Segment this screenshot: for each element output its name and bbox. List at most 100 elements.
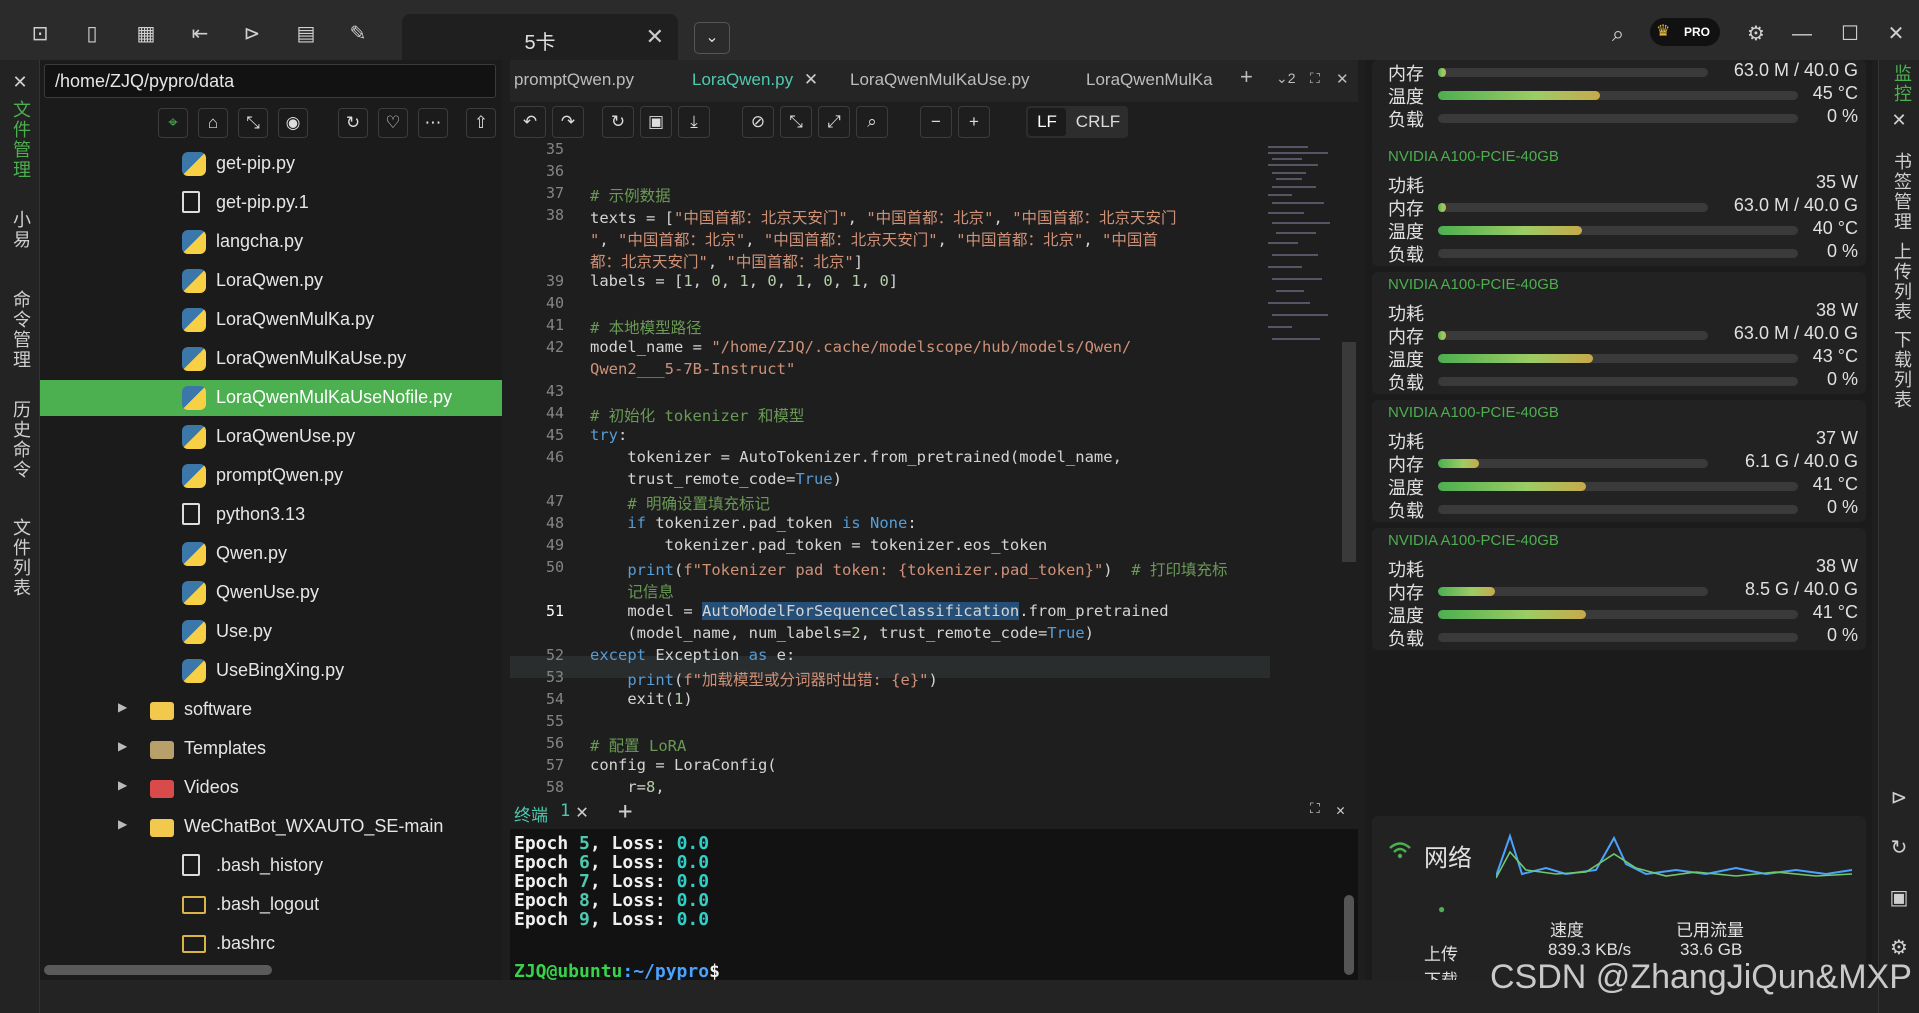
file-item[interactable]: python3.13 bbox=[40, 497, 502, 533]
gear-icon[interactable]: ⚙ bbox=[1744, 22, 1768, 46]
zoom-in-icon[interactable]: + bbox=[958, 106, 990, 138]
tab-promptqwen[interactable]: promptQwen.py bbox=[514, 70, 634, 90]
tab-loraqwenmulka[interactable]: LoraQwenMulKa bbox=[1086, 70, 1213, 90]
expand-icon[interactable]: ⤢ bbox=[818, 106, 850, 138]
eye-icon[interactable]: ◉ bbox=[278, 108, 308, 138]
window-close-icon[interactable]: ✕ bbox=[1884, 22, 1908, 46]
terminal-tab[interactable]: 终端 bbox=[514, 801, 548, 826]
lf-button[interactable]: LF bbox=[1028, 108, 1066, 136]
close-icon[interactable]: ✕ bbox=[1336, 70, 1349, 88]
line-number: 57 bbox=[545, 756, 564, 774]
tree-icon[interactable]: ⇤ bbox=[188, 22, 212, 46]
chevron-down-icon[interactable]: ⌄ bbox=[694, 22, 730, 54]
tab-command-manager[interactable]: 命令管理 bbox=[8, 290, 34, 370]
expand-arrow-icon[interactable]: ▶ bbox=[118, 700, 127, 714]
zoom-out-icon[interactable]: − bbox=[920, 106, 952, 138]
vertical-scrollbar[interactable] bbox=[1344, 895, 1354, 975]
search-icon[interactable]: ⌕ bbox=[1606, 22, 1630, 46]
redo-icon[interactable]: ↷ bbox=[552, 106, 584, 138]
wrench-icon[interactable]: ✎ bbox=[346, 22, 370, 46]
path-input[interactable] bbox=[44, 64, 496, 98]
file-item[interactable]: QwenUse.py bbox=[40, 575, 502, 611]
console-icon[interactable]: ⊳ bbox=[240, 22, 264, 46]
add-terminal-icon[interactable]: + bbox=[618, 797, 632, 825]
search-icon[interactable]: ⌕ bbox=[856, 106, 888, 138]
pro-badge-label: PRO bbox=[1683, 25, 1710, 39]
tab-file-list[interactable]: 文件列表 bbox=[8, 518, 34, 598]
console-icon[interactable]: ⊳ bbox=[1887, 786, 1911, 810]
tab-upload-list[interactable]: 上传列表 bbox=[1889, 242, 1915, 322]
close-icon[interactable]: ✕ bbox=[8, 70, 32, 94]
upload-icon[interactable]: ⇧ bbox=[466, 108, 496, 138]
tab-loraqwen[interactable]: LoraQwen.py ✕ bbox=[692, 70, 818, 90]
undo-icon[interactable]: ↶ bbox=[514, 106, 546, 138]
close-icon[interactable]: ✕ bbox=[1887, 108, 1911, 132]
tab-loraqwenmulkause[interactable]: LoraQwenMulKaUse.py bbox=[850, 70, 1030, 90]
folder-item[interactable]: ▶ Videos bbox=[40, 770, 502, 806]
file-item[interactable]: UseBingXing.py bbox=[40, 653, 502, 689]
close-icon[interactable]: ✕ bbox=[646, 24, 664, 50]
tab-file-manager[interactable]: 文件管理 bbox=[8, 100, 34, 180]
refresh-icon[interactable]: ↻ bbox=[602, 106, 634, 138]
shrink-icon[interactable]: ⤡ bbox=[780, 106, 812, 138]
close-icon[interactable]: ✕ bbox=[804, 70, 818, 89]
file-item[interactable]: get-pip.py bbox=[40, 148, 502, 182]
crlf-button[interactable]: CRLF bbox=[1070, 108, 1126, 136]
download-icon[interactable]: ⤓ bbox=[678, 106, 710, 138]
locate-icon[interactable]: ⌖ bbox=[158, 108, 188, 138]
save-icon[interactable]: ▣ bbox=[640, 106, 672, 138]
minimap[interactable] bbox=[1262, 142, 1342, 382]
file-item[interactable]: .bash_history bbox=[40, 848, 502, 884]
maximize-icon[interactable]: ⛶ bbox=[1310, 70, 1320, 87]
tab-count[interactable]: ⌄2 bbox=[1276, 70, 1296, 87]
refresh-icon[interactable]: ↻ bbox=[1887, 836, 1911, 860]
minimize-icon[interactable]: — bbox=[1790, 22, 1814, 46]
file-item[interactable]: Use.py bbox=[40, 614, 502, 650]
file-item[interactable]: LoraQwenMulKaUseNofile.py bbox=[40, 380, 502, 416]
tab-history-commands[interactable]: 历史命令 bbox=[8, 400, 34, 480]
file-item[interactable]: LoraQwenMulKaUse.py bbox=[40, 341, 502, 377]
close-icon[interactable]: ✕ bbox=[1336, 801, 1345, 819]
home-icon[interactable]: ⌂ bbox=[198, 108, 228, 138]
more-icon[interactable]: ⋯ bbox=[418, 108, 448, 138]
compass-icon[interactable]: ⊘ bbox=[742, 106, 774, 138]
maximize-icon[interactable]: ⛶ bbox=[1310, 801, 1320, 817]
folder-item[interactable]: ▶ WeChatBot_WXAUTO_SE-main bbox=[40, 809, 502, 845]
save-icon[interactable]: ▣ bbox=[1887, 886, 1911, 910]
tab-download-list[interactable]: 下载列表 bbox=[1889, 330, 1915, 410]
tab-monitor[interactable]: 监控 bbox=[1889, 64, 1915, 104]
file-item[interactable]: get-pip.py.1 bbox=[40, 185, 502, 221]
gear-icon[interactable]: ⚙ bbox=[1887, 936, 1911, 960]
heart-icon[interactable]: ♡ bbox=[378, 108, 408, 138]
file-item[interactable]: Qwen.py bbox=[40, 536, 502, 572]
add-tab-icon[interactable]: + bbox=[1240, 64, 1253, 90]
layout-icon[interactable]: ▦ bbox=[134, 22, 158, 46]
file-item[interactable]: .bash_logout bbox=[40, 887, 502, 923]
expand-arrow-icon[interactable]: ▶ bbox=[118, 778, 127, 792]
code-area[interactable]: 35 36 37 38 39 40 41 42 43 44 45 46 47 4… bbox=[510, 142, 1358, 795]
expand-arrow-icon[interactable]: ▶ bbox=[118, 739, 127, 753]
horizontal-scrollbar[interactable] bbox=[44, 965, 272, 975]
refresh-icon[interactable]: ↻ bbox=[338, 108, 368, 138]
maximize-icon[interactable]: ☐ bbox=[1838, 22, 1862, 46]
file-item[interactable]: .bashrc bbox=[40, 926, 502, 960]
terminal-icon[interactable]: ⊡ bbox=[28, 22, 52, 46]
close-icon[interactable]: ✕ bbox=[576, 799, 588, 823]
bookmark-icon[interactable]: ▯ bbox=[80, 22, 104, 46]
file-item[interactable]: LoraQwen.py bbox=[40, 263, 502, 299]
file-item[interactable]: LoraQwenMulKa.py bbox=[40, 302, 502, 338]
session-tab[interactable]: 5卡 ✕ bbox=[402, 14, 678, 60]
tab-xiaoyi[interactable]: 小易 bbox=[8, 210, 34, 250]
expand-arrow-icon[interactable]: ▶ bbox=[118, 817, 127, 831]
file-item[interactable]: promptQwen.py bbox=[40, 458, 502, 494]
folder-item[interactable]: ▶ Templates bbox=[40, 731, 502, 767]
terminal-panel[interactable]: 终端 1 ✕ + ⛶ ✕ Epoch 5, Loss: 0.0 Epoch 6, … bbox=[510, 795, 1358, 982]
folder-item[interactable]: ▶ software bbox=[40, 692, 502, 728]
collapse-icon[interactable]: ⤡ bbox=[238, 108, 268, 138]
vertical-scrollbar[interactable] bbox=[1342, 342, 1356, 562]
tab-bookmarks[interactable]: 书签管理 bbox=[1889, 152, 1915, 232]
file-item[interactable]: langcha.py bbox=[40, 224, 502, 260]
pro-badge[interactable]: ♛ PRO bbox=[1650, 18, 1720, 46]
document-icon[interactable]: ▤ bbox=[294, 22, 318, 46]
file-item[interactable]: LoraQwenUse.py bbox=[40, 419, 502, 455]
